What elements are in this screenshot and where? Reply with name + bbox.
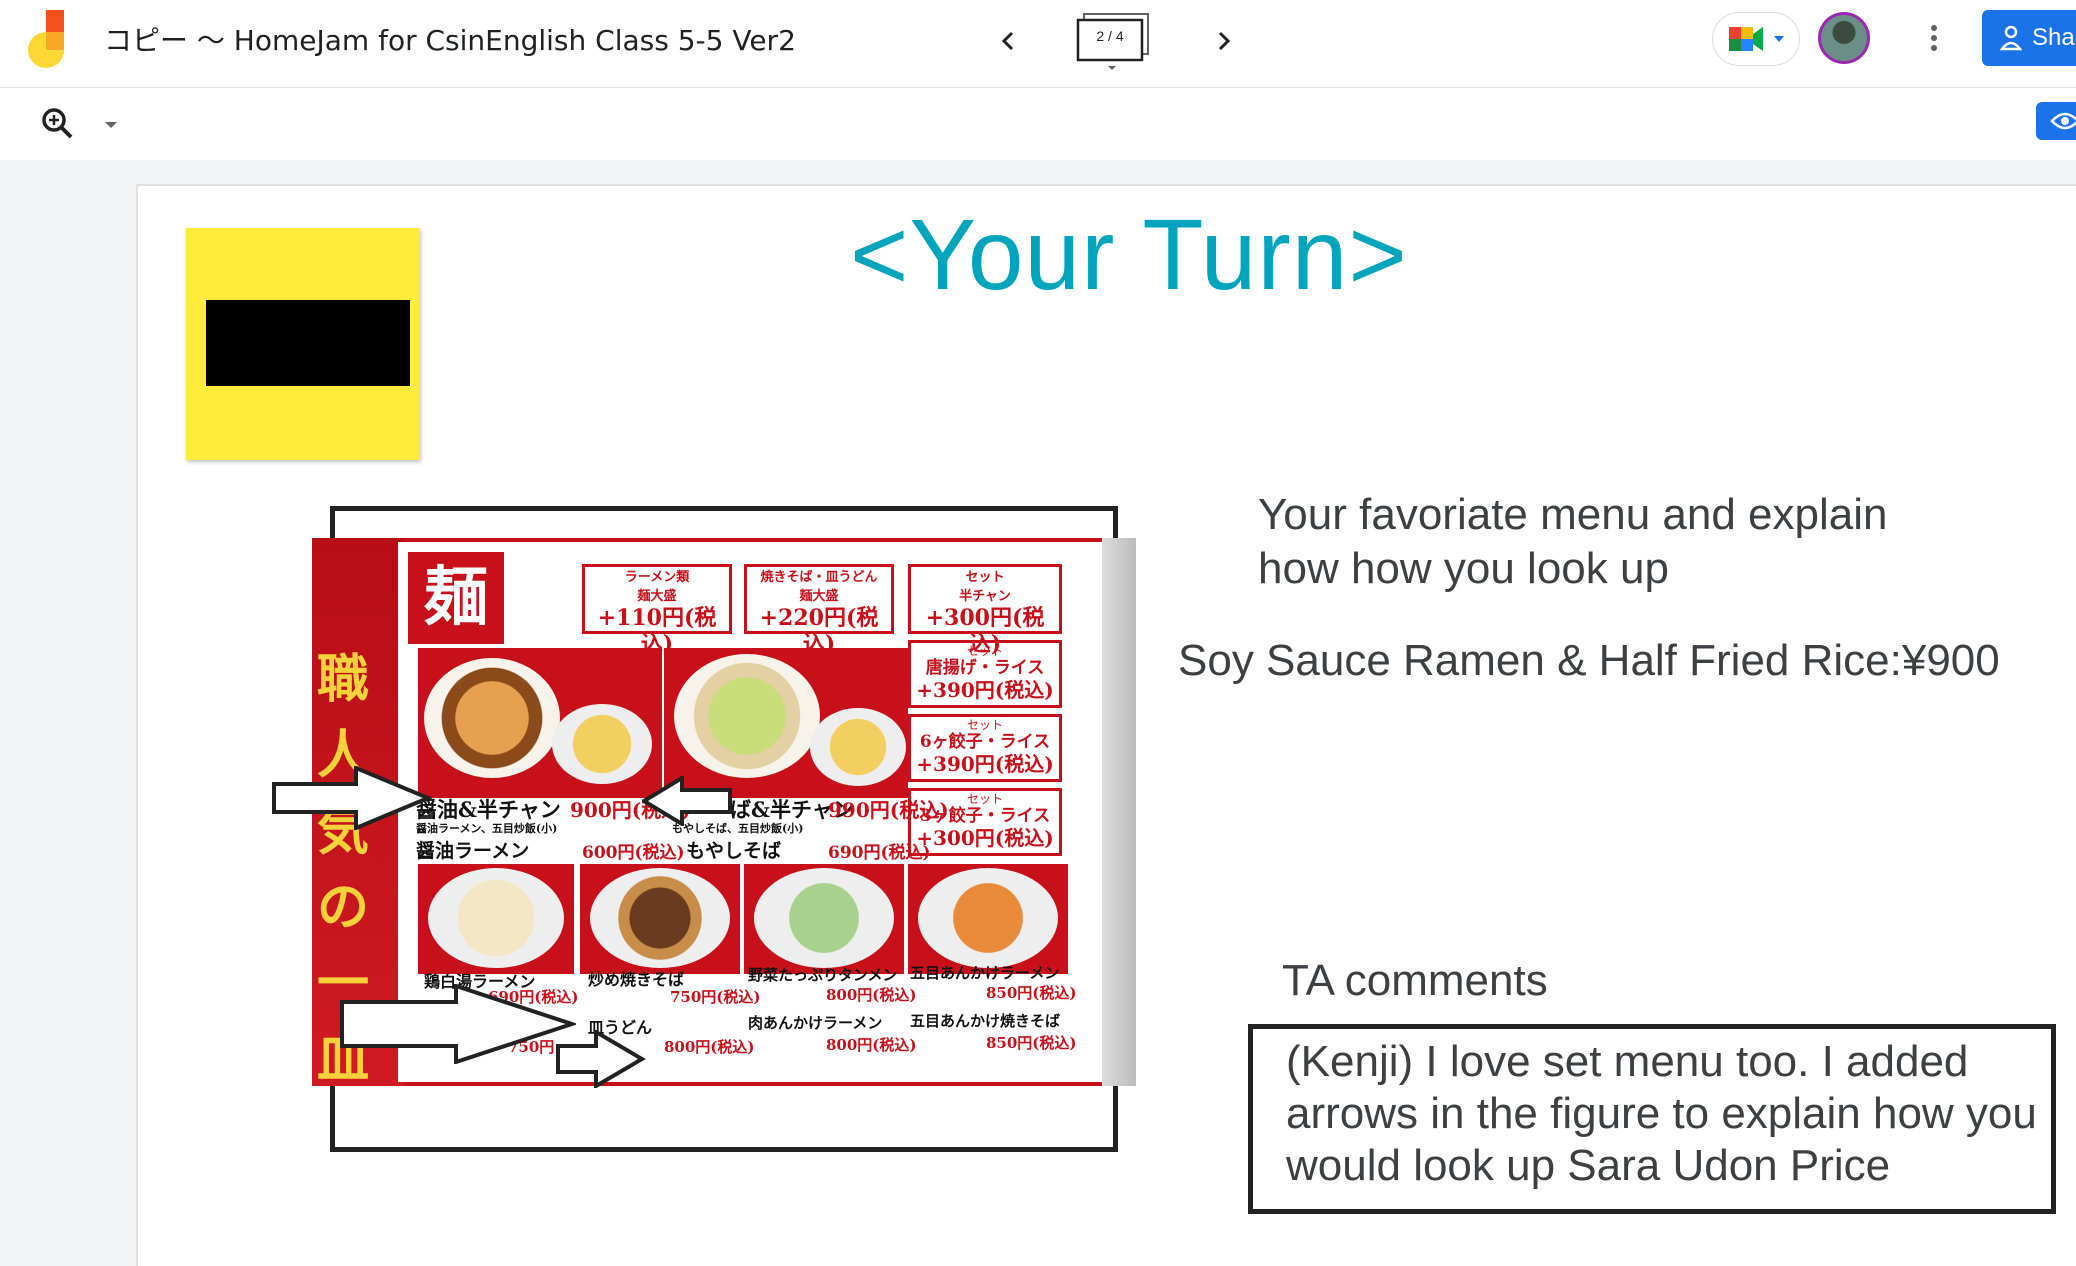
arrow-right-icon[interactable] [340, 984, 576, 1064]
share-button-label: Sha [2032, 24, 2075, 51]
menu-item-name: 五目あんかけラーメン [910, 964, 1060, 982]
menu-item-name: 肉あんかけラーメン [748, 1014, 883, 1032]
food-photo-tanmen [744, 864, 904, 974]
caret-down-icon [105, 122, 117, 128]
slide-title[interactable]: <Your Turn> [850, 198, 1408, 313]
chevron-left-icon [1001, 31, 1014, 51]
arrow-right-icon[interactable] [556, 1030, 646, 1088]
menu-item-price: 800円(税込) [664, 1038, 755, 1056]
menu-top-box: ラーメン類 麺大盛 +110円(税込) [582, 564, 732, 657]
more-vert-icon [1931, 25, 1937, 51]
arrow-right-icon[interactable] [272, 766, 432, 830]
menu-item-price: 800円(税込) [826, 986, 917, 1004]
google-meet-button[interactable] [1712, 12, 1800, 66]
menu-item-price: 750円(税込) [670, 988, 761, 1006]
menu-item-name: 野菜たっぷりタンメン [748, 966, 898, 984]
menu-item-name: もやしそば [686, 840, 782, 862]
menu-item-name: 醤油ラーメン [416, 840, 530, 862]
menu-main-kanji: 麺 [408, 552, 504, 644]
document-title[interactable]: コピー 〜 HomeJam for CsinEnglish Class 5-5 … [104, 18, 796, 64]
ta-comments-label[interactable]: TA comments [1282, 956, 1548, 1006]
menu-item-price: 600円(税込) [582, 843, 685, 863]
view-mode-button[interactable] [2036, 102, 2076, 140]
frame-bar-toggle[interactable]: 2 / 4 [1072, 10, 1154, 70]
person-add-icon [2000, 25, 2022, 51]
sticky-note[interactable] [186, 228, 420, 460]
toolbar [0, 88, 2076, 160]
menu-set-box: セット 唐揚げ・ライス +390円(税込) [908, 640, 1062, 708]
menu-set-box: セット 6ヶ餃子・ライス +390円(税込) [908, 714, 1062, 782]
more-options-button[interactable] [1914, 18, 1954, 58]
menu-item-price: 850円(税込) [986, 984, 1077, 1002]
menu-item-name: 五目あんかけ焼きそば [910, 1012, 1061, 1030]
zoom-dropdown-button[interactable] [96, 110, 126, 140]
eye-icon [2050, 112, 2076, 130]
arrow-left-icon[interactable] [642, 776, 732, 826]
top-bar: コピー 〜 HomeJam for CsinEnglish Class 5-5 … [0, 0, 2076, 88]
menu-item-detail: 醤油ラーメン、五目炒飯(小) [416, 822, 558, 835]
food-photo-shoyu [418, 648, 662, 798]
account-avatar[interactable] [1818, 12, 1870, 64]
chevron-right-icon [1218, 31, 1231, 51]
menu-top-box: セット 半チャン +300円(税込) [908, 564, 1062, 657]
menu-item-price: 800円(税込) [826, 1036, 917, 1054]
menu-item-price: 990円(税込) [828, 798, 949, 822]
caret-down-icon [1774, 36, 1784, 42]
share-button[interactable]: Sha [1982, 10, 2076, 66]
menu-item-price: 690円(税込) [828, 843, 931, 863]
menu-top-box: 焼きそば・皿うどん 麺大盛 +220円(税込) [744, 564, 894, 657]
prompt-text[interactable]: Your favoriate menu and explain how how … [1258, 488, 1887, 596]
zoom-button[interactable] [38, 104, 78, 144]
redacted-block [206, 300, 410, 386]
answer-text[interactable]: Soy Sauce Ramen & Half Fried Rice:¥900 [1178, 636, 2000, 686]
google-meet-icon [1729, 27, 1763, 51]
previous-frame-button[interactable] [986, 18, 1032, 64]
menu-shade [1102, 538, 1136, 1086]
food-photo-paitan [418, 864, 574, 974]
jamboard-logo-icon[interactable] [24, 10, 72, 70]
food-photo-yakisoba [580, 864, 740, 974]
zoom-in-icon [42, 108, 73, 139]
next-frame-button[interactable] [1200, 18, 1246, 64]
menu-item-price: 850円(税込) [986, 1034, 1077, 1052]
food-photo-gomoku [908, 864, 1068, 974]
frame-counter-label: 2 / 4 [1096, 28, 1124, 44]
ta-comment-text[interactable]: (Kenji) I love set menu too. I added arr… [1286, 1036, 2066, 1192]
